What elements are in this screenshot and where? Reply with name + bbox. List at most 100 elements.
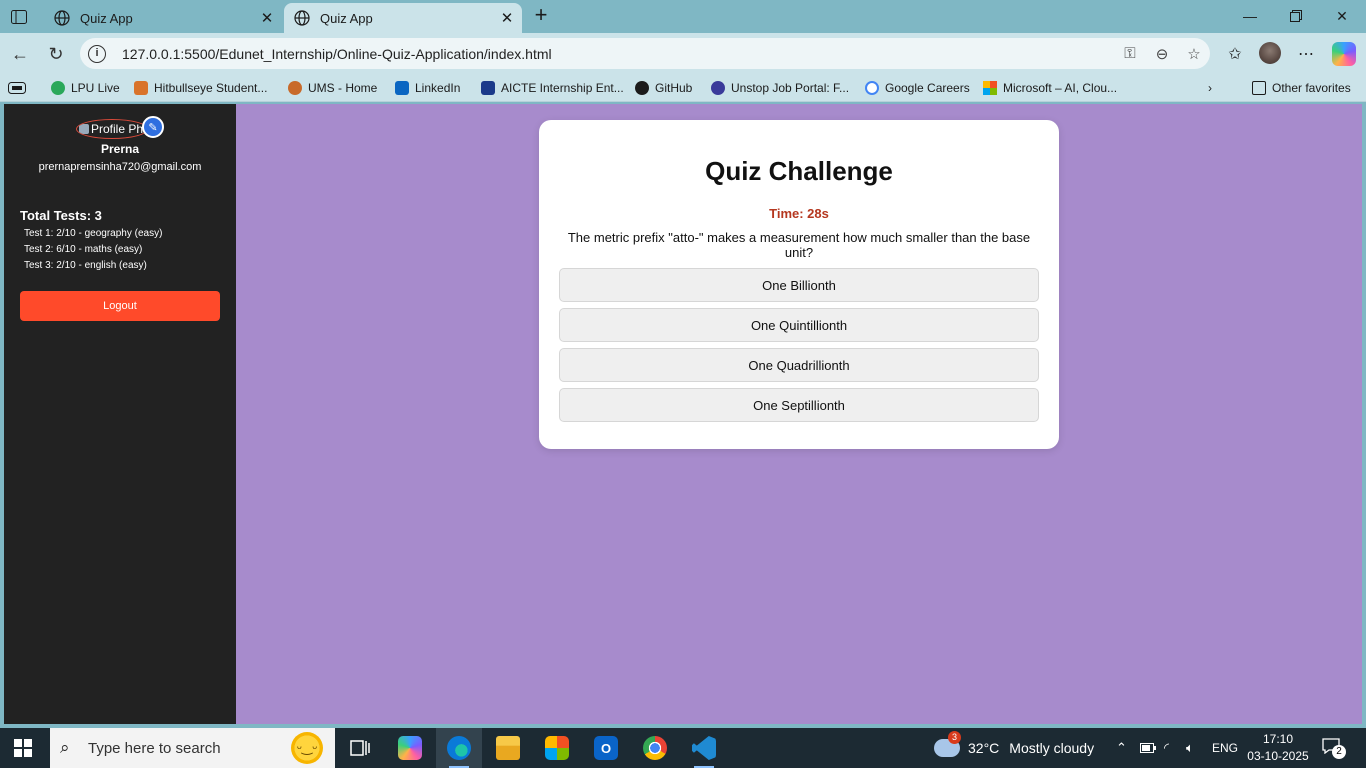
profile-photo[interactable]: Profile Ph xyxy=(76,119,148,139)
total-tests-heading: Total Tests: 3 xyxy=(20,208,102,223)
test-history-item: Test 1: 2/10 - geography (easy) xyxy=(24,228,163,239)
outlook-icon[interactable]: O xyxy=(583,728,629,768)
hitbullseye-icon xyxy=(134,81,148,95)
quiz-title: Quiz Challenge xyxy=(705,156,893,186)
microsoft-store-icon[interactable] xyxy=(534,728,580,768)
edit-profile-pencil-icon[interactable]: ✎ xyxy=(142,116,164,138)
more-menu-icon[interactable]: ⋯ xyxy=(1295,43,1317,65)
user-email: prernapremsinha720@gmail.com xyxy=(38,161,202,173)
browser-tab-active[interactable]: Quiz App ✕ xyxy=(284,3,522,33)
copilot-taskbar-icon[interactable] xyxy=(387,728,433,768)
microsoft-icon xyxy=(983,81,997,95)
github-icon xyxy=(635,81,649,95)
google-icon xyxy=(865,81,879,95)
test-history-item: Test 3: 2/10 - english (easy) xyxy=(24,260,147,271)
lpu-icon xyxy=(51,81,65,95)
unstop-icon xyxy=(711,81,725,95)
favorites-icon[interactable]: ✩ xyxy=(1224,43,1246,65)
vscode-icon[interactable] xyxy=(681,728,727,768)
browser-toolbar: ← ↻ i 127.0.0.1:5500/Edunet_Internship/O… xyxy=(0,33,1366,74)
clock-time: 17:10 xyxy=(1262,732,1294,746)
browser-tab-strip: Quiz App ✕ Quiz App ✕ + — ✕ xyxy=(0,0,1366,33)
task-view-icon[interactable] xyxy=(337,728,383,768)
quiz-card: Quiz Challenge Time: 28s The metric pref… xyxy=(539,120,1059,449)
favorite-hitbullseye[interactable]: Hitbullseye Student... xyxy=(134,79,267,97)
smiley-sun-icon: ᵕ‿ᵕ xyxy=(291,732,323,764)
page-viewport: Profile Ph ✎ Prerna prernapremsinha720@g… xyxy=(4,104,1362,724)
aicte-icon xyxy=(481,81,495,95)
minimize-icon[interactable]: — xyxy=(1230,5,1270,27)
linkedin-icon xyxy=(395,81,409,95)
notification-center-icon[interactable]: 2 xyxy=(1322,738,1346,759)
close-window-icon[interactable]: ✕ xyxy=(1322,5,1362,27)
windows-start-icon[interactable] xyxy=(14,739,32,757)
favorite-ums-home[interactable]: UMS - Home xyxy=(288,79,377,97)
url-text[interactable]: 127.0.0.1:5500/Edunet_Internship/Online-… xyxy=(122,46,1114,62)
notification-count: 2 xyxy=(1332,745,1346,759)
profile-avatar[interactable] xyxy=(1259,42,1281,64)
reading-view-icon[interactable] xyxy=(8,79,26,97)
search-placeholder: Type here to search xyxy=(88,739,221,757)
file-explorer-icon[interactable] xyxy=(485,728,531,768)
other-favorites[interactable]: Other favorites xyxy=(1252,79,1351,97)
tab-title: Quiz App xyxy=(80,10,133,26)
quiz-question: The metric prefix "atto-" makes a measur… xyxy=(567,230,1031,260)
folder-icon xyxy=(1252,81,1266,95)
close-tab-icon[interactable]: ✕ xyxy=(496,7,518,29)
weather-temperature: 32°C xyxy=(968,740,1000,756)
volume-icon[interactable]: 🔈︎ xyxy=(1186,728,1194,768)
back-icon[interactable]: ← xyxy=(8,42,32,66)
globe-icon xyxy=(54,10,70,26)
answer-option[interactable]: One Septillionth xyxy=(559,388,1039,422)
weather-description: Mostly cloudy xyxy=(1009,740,1095,756)
new-tab-icon[interactable]: + xyxy=(530,4,552,27)
favorite-star-icon[interactable]: ☆ xyxy=(1178,45,1210,63)
globe-icon xyxy=(294,10,310,26)
battery-icon[interactable] xyxy=(1140,728,1156,768)
favorite-microsoft[interactable]: Microsoft – AI, Clou... xyxy=(983,79,1117,97)
answer-option[interactable]: One Billionth xyxy=(559,268,1039,302)
refresh-icon[interactable]: ↻ xyxy=(44,42,68,66)
browser-tab[interactable]: Quiz App ✕ xyxy=(44,3,282,33)
answer-option[interactable]: One Quintillionth xyxy=(559,308,1039,342)
quiz-timer: Time: 28s xyxy=(769,206,829,221)
profile-photo-wrapper: Profile Ph ✎ xyxy=(76,116,166,139)
zoom-out-icon[interactable]: ⊖ xyxy=(1146,45,1178,63)
windows-taskbar: ⌕ Type here to search ᵕ‿ᵕ O 3 32°C Mostl… xyxy=(0,728,1366,768)
logout-button[interactable]: Logout xyxy=(20,291,220,321)
user-name: Prerna xyxy=(100,142,140,156)
key-icon[interactable]: ⚿ xyxy=(1114,45,1146,62)
language-indicator[interactable]: ENG xyxy=(1212,728,1238,768)
site-info-icon[interactable]: i xyxy=(88,44,106,63)
chrome-icon[interactable] xyxy=(632,728,678,768)
favorite-github[interactable]: GitHub xyxy=(635,79,692,97)
wifi-icon[interactable]: ◜ xyxy=(1164,728,1169,768)
address-bar[interactable]: i 127.0.0.1:5500/Edunet_Internship/Onlin… xyxy=(80,38,1210,69)
chevron-right-icon[interactable]: › xyxy=(1208,79,1212,97)
copilot-icon[interactable] xyxy=(1332,42,1356,66)
sidebar: Profile Ph ✎ Prerna prernapremsinha720@g… xyxy=(4,104,236,724)
system-clock[interactable]: 17:10 03-10-2025 xyxy=(1247,731,1309,765)
broken-image-icon xyxy=(79,124,89,134)
tab-title: Quiz App xyxy=(320,10,373,26)
weather-widget[interactable]: 3 32°C Mostly cloudy xyxy=(934,728,1094,768)
favorite-aicte[interactable]: AICTE Internship Ent... xyxy=(481,79,624,97)
favorite-unstop[interactable]: Unstop Job Portal: F... xyxy=(711,79,849,97)
close-tab-icon[interactable]: ✕ xyxy=(256,7,278,29)
ums-icon xyxy=(288,81,302,95)
weather-badge: 3 xyxy=(948,731,961,744)
taskbar-search-box[interactable]: ⌕ Type here to search ᵕ‿ᵕ xyxy=(50,728,335,768)
favorite-google-careers[interactable]: Google Careers xyxy=(865,79,970,97)
search-icon: ⌕ xyxy=(60,738,70,757)
clock-date: 03-10-2025 xyxy=(1247,749,1309,763)
cloudy-weather-icon: 3 xyxy=(934,731,961,757)
edge-taskbar-icon[interactable] xyxy=(436,728,482,768)
favorite-linkedin[interactable]: LinkedIn xyxy=(395,79,460,97)
show-hidden-icons-chevron[interactable]: ⌃ xyxy=(1116,728,1127,768)
test-history-item: Test 2: 6/10 - maths (easy) xyxy=(24,244,143,255)
favorites-bar: LPU Live Hitbullseye Student... UMS - Ho… xyxy=(0,74,1366,102)
favorite-lpu-live[interactable]: LPU Live xyxy=(51,79,120,97)
tab-actions-icon[interactable] xyxy=(8,7,30,27)
restore-icon[interactable] xyxy=(1276,5,1316,27)
answer-option[interactable]: One Quadrillionth xyxy=(559,348,1039,382)
